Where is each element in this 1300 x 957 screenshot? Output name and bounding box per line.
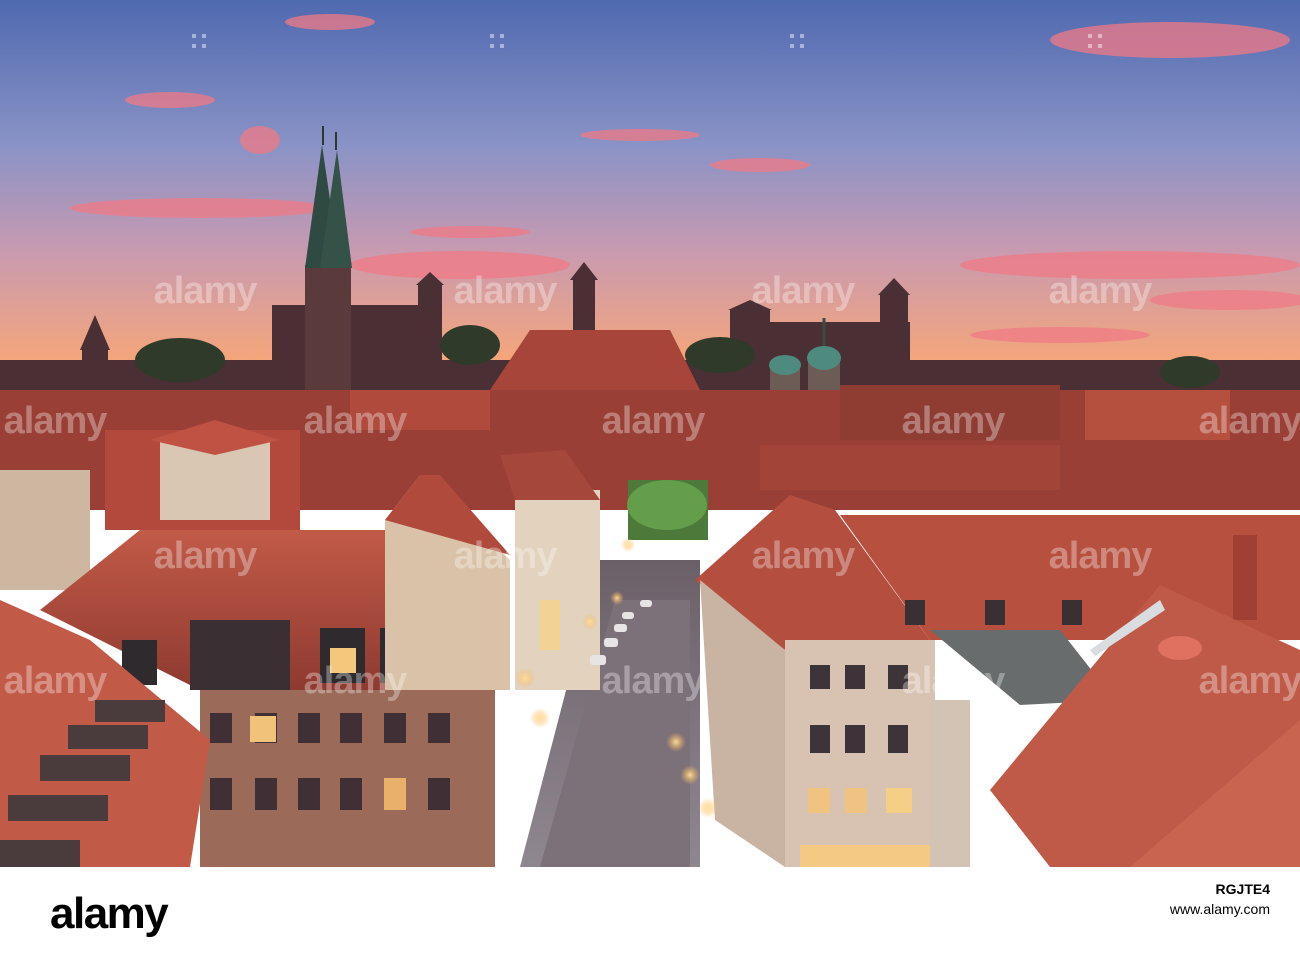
image-id: RGJTE4 <box>1215 881 1270 897</box>
photo-frame: alamy alamy alamy alamy alamy alamy alam… <box>0 0 1300 957</box>
cityscape-photo: alamy alamy alamy alamy alamy alamy alam… <box>0 0 1300 867</box>
alamy-logo: alamy <box>50 889 169 938</box>
footer-meta: RGJTE4 www.alamy.com <box>1170 881 1270 917</box>
site-url: www.alamy.com <box>1169 901 1270 917</box>
footer-bar: alamy RGJTE4 www.alamy.com <box>0 867 1300 957</box>
